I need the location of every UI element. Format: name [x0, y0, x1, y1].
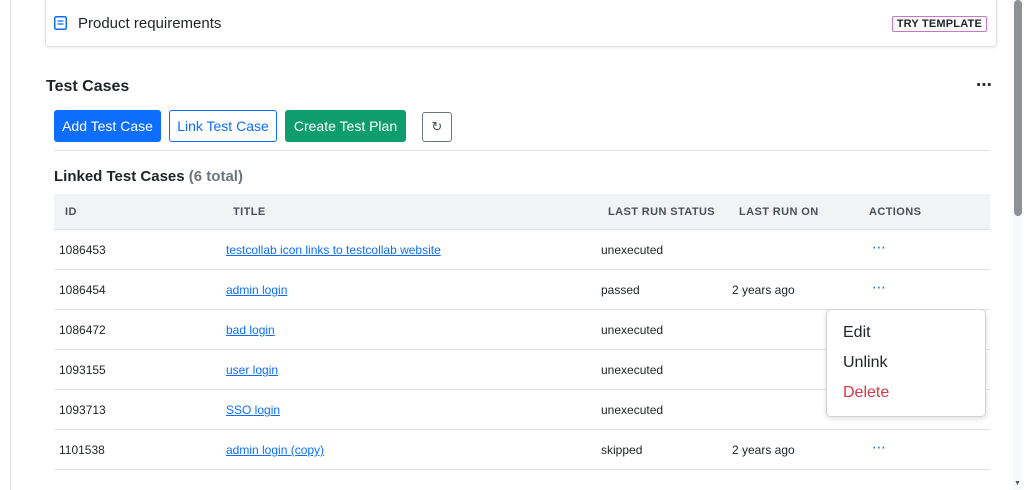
- add-test-case-button[interactable]: Add Test Case: [54, 110, 161, 142]
- test-case-link[interactable]: bad login: [226, 323, 275, 337]
- table-row: 1101538 admin login (copy) skipped 2 yea…: [54, 430, 990, 470]
- row-status: unexecuted: [601, 323, 664, 337]
- row-status: unexecuted: [601, 243, 664, 257]
- row-actions-dropdown: Edit Unlink Delete: [826, 309, 986, 417]
- test-case-link[interactable]: admin login: [226, 283, 287, 297]
- row-id: 1093155: [59, 363, 106, 377]
- row-id: 1101538: [59, 443, 105, 457]
- header-actions: ACTIONS: [869, 206, 922, 218]
- template-title: Product requirements: [78, 15, 222, 32]
- refresh-icon: ↻: [431, 119, 443, 134]
- delete-menu-item[interactable]: Delete: [843, 384, 889, 402]
- row-status: passed: [601, 283, 640, 297]
- scroll-down-icon[interactable]: ▼: [1013, 480, 1022, 488]
- row-title: bad login: [226, 323, 275, 337]
- divider: [54, 150, 990, 151]
- row-title: SSO login: [226, 403, 280, 417]
- table-row: 1086453 testcollab icon links to testcol…: [54, 230, 990, 270]
- more-options-icon[interactable]: ⋯: [976, 78, 993, 94]
- row-status: unexecuted: [601, 403, 664, 417]
- header-last-run-status[interactable]: LAST RUN STATUS: [608, 206, 715, 218]
- scrollbar-thumb[interactable]: [1014, 0, 1022, 216]
- row-last-run: 2 years ago: [732, 283, 795, 297]
- row-title: testcollab icon links to testcollab webs…: [226, 243, 441, 257]
- table-header: ID TITLE LAST RUN STATUS LAST RUN ON ACT…: [54, 194, 990, 230]
- row-id: 1093713: [59, 403, 106, 417]
- row-last-run: 2 years ago: [732, 443, 795, 457]
- try-template-button[interactable]: TRY TEMPLATE: [891, 16, 987, 32]
- row-id: 1086472: [59, 323, 106, 337]
- template-card: Product requirements TRY TEMPLATE: [45, 0, 997, 47]
- test-case-link[interactable]: testcollab icon links to testcollab webs…: [226, 243, 441, 257]
- row-title: admin login: [226, 283, 287, 297]
- row-id: 1086454: [59, 283, 106, 297]
- refresh-button[interactable]: ↻: [422, 112, 452, 142]
- create-test-plan-button[interactable]: Create Test Plan: [285, 110, 406, 142]
- left-panel-border: [10, 0, 11, 490]
- row-title: admin login (copy): [226, 443, 324, 457]
- section-title: Test Cases: [46, 78, 130, 95]
- row-title: user login: [226, 363, 278, 377]
- row-status: skipped: [601, 443, 643, 457]
- row-actions-icon[interactable]: ⋯: [872, 440, 887, 454]
- linked-heading-label: Linked Test Cases: [54, 168, 185, 185]
- linked-count: (6 total): [188, 168, 243, 185]
- row-id: 1086453: [59, 243, 106, 257]
- document-icon: [54, 16, 67, 30]
- header-id[interactable]: ID: [65, 206, 77, 218]
- unlink-menu-item[interactable]: Unlink: [843, 354, 887, 372]
- test-case-link[interactable]: admin login (copy): [226, 443, 324, 457]
- row-actions-icon[interactable]: ⋯: [872, 240, 887, 254]
- row-actions-icon[interactable]: ⋯: [872, 280, 887, 294]
- edit-menu-item[interactable]: Edit: [843, 324, 871, 342]
- test-case-link[interactable]: user login: [226, 363, 278, 377]
- test-case-link[interactable]: SSO login: [226, 403, 280, 417]
- header-last-run-on[interactable]: LAST RUN ON: [739, 206, 819, 218]
- linked-test-cases-heading: Linked Test Cases (6 total): [54, 168, 243, 185]
- header-title[interactable]: TITLE: [233, 206, 266, 218]
- row-status: unexecuted: [601, 363, 664, 377]
- table-row: 1086454 admin login passed 2 years ago ⋯: [54, 270, 990, 310]
- link-test-case-button[interactable]: Link Test Case: [169, 110, 277, 142]
